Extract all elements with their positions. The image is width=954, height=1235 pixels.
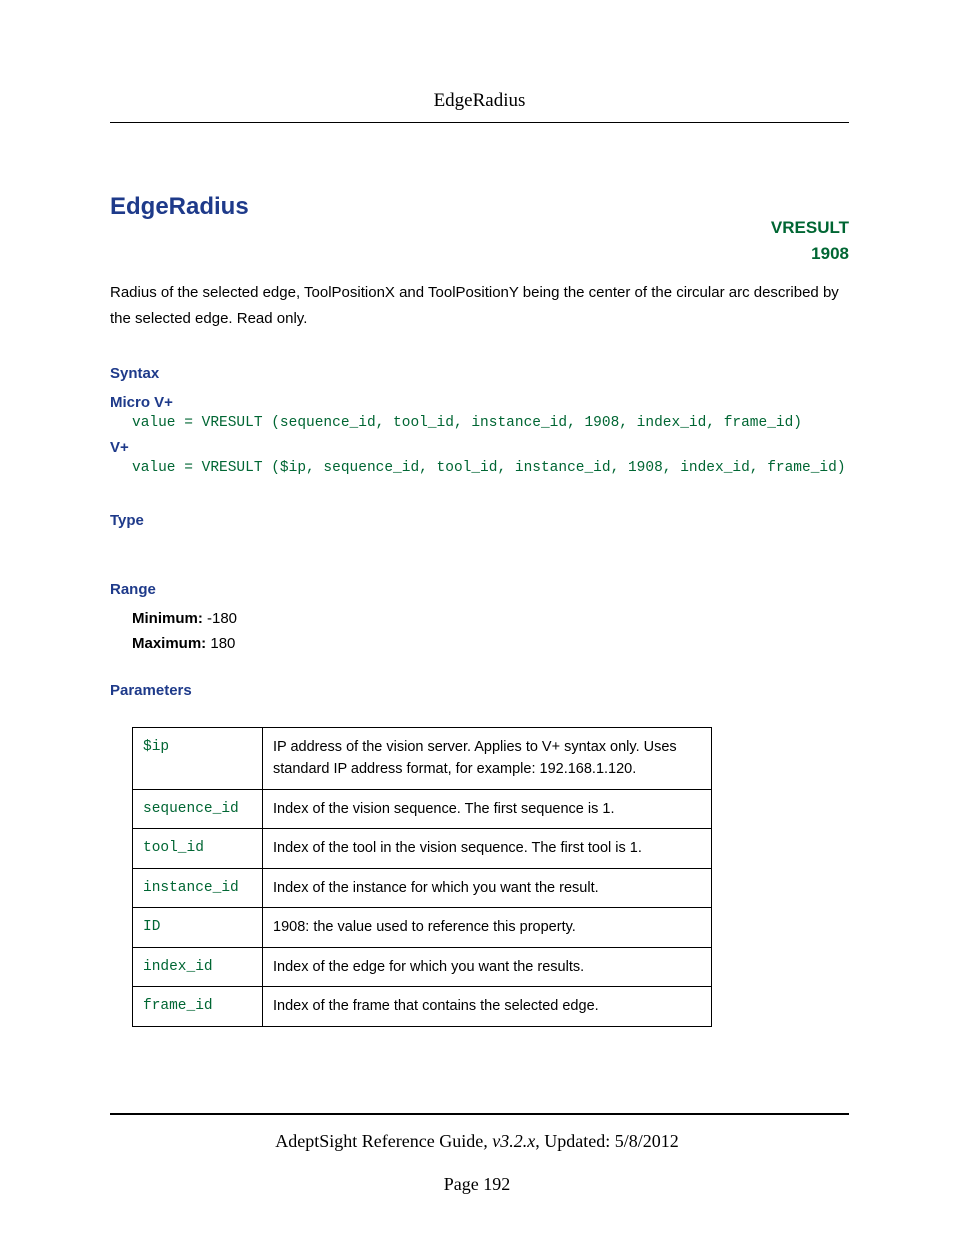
param-name: instance_id xyxy=(133,868,263,907)
syntax-heading: Syntax xyxy=(110,365,849,382)
param-desc: Index of the instance for which you want… xyxy=(263,868,712,907)
footer-version: , v3.2.x xyxy=(483,1131,535,1151)
max-value: 180 xyxy=(206,635,235,652)
table-row: index_idIndex of the edge for which you … xyxy=(133,947,712,986)
table-row: $ipIP address of the vision server. Appl… xyxy=(133,728,712,790)
param-name: index_id xyxy=(133,947,263,986)
vplus-label: V+ xyxy=(110,439,849,456)
parameters-table: $ipIP address of the vision server. Appl… xyxy=(132,727,712,1027)
range-heading: Range xyxy=(110,581,849,598)
parameters-heading: Parameters xyxy=(110,682,849,699)
footer-text: AdeptSight Reference Guide, v3.2.x, Upda… xyxy=(0,1131,954,1152)
vplus-code: value = VRESULT ($ip, sequence_id, tool_… xyxy=(132,460,849,476)
param-desc: Index of the frame that contains the sel… xyxy=(263,987,712,1026)
param-desc: Index of the tool in the vision sequence… xyxy=(263,829,712,868)
type-heading: Type xyxy=(110,512,849,529)
param-desc: Index of the edge for which you want the… xyxy=(263,947,712,986)
param-desc: Index of the vision sequence. The first … xyxy=(263,789,712,828)
table-row: tool_idIndex of the tool in the vision s… xyxy=(133,829,712,868)
micro-vplus-code: value = VRESULT (sequence_id, tool_id, i… xyxy=(132,415,849,431)
table-row: ID1908: the value used to reference this… xyxy=(133,908,712,947)
footer-guide: AdeptSight Reference Guide xyxy=(275,1131,483,1151)
table-row: instance_idIndex of the instance for whi… xyxy=(133,868,712,907)
page-number: Page 192 xyxy=(0,1174,954,1195)
param-desc: IP address of the vision server. Applies… xyxy=(263,728,712,790)
min-label: Minimum: xyxy=(132,610,203,627)
param-name: tool_id xyxy=(133,829,263,868)
vresult-code: 1908 xyxy=(110,241,849,267)
header-title: EdgeRadius xyxy=(110,90,849,112)
micro-vplus-label: Micro V+ xyxy=(110,394,849,411)
param-name: ID xyxy=(133,908,263,947)
max-label: Maximum: xyxy=(132,635,206,652)
footer-updated: , Updated: 5/8/2012 xyxy=(535,1131,678,1151)
table-row: sequence_idIndex of the vision sequence.… xyxy=(133,789,712,828)
min-value: -180 xyxy=(203,610,237,627)
param-name: $ip xyxy=(133,728,263,790)
vresult-block: VRESULT 1908 xyxy=(110,215,849,266)
header-rule xyxy=(110,122,849,123)
range-minimum: Minimum: -180 xyxy=(132,610,849,627)
description-text: Radius of the selected edge, ToolPositio… xyxy=(110,280,849,331)
footer-rule xyxy=(110,1113,849,1115)
param-name: sequence_id xyxy=(133,789,263,828)
param-name: frame_id xyxy=(133,987,263,1026)
table-row: frame_idIndex of the frame that contains… xyxy=(133,987,712,1026)
range-maximum: Maximum: 180 xyxy=(132,635,849,652)
param-desc: 1908: the value used to reference this p… xyxy=(263,908,712,947)
page-footer: AdeptSight Reference Guide, v3.2.x, Upda… xyxy=(0,1113,954,1195)
